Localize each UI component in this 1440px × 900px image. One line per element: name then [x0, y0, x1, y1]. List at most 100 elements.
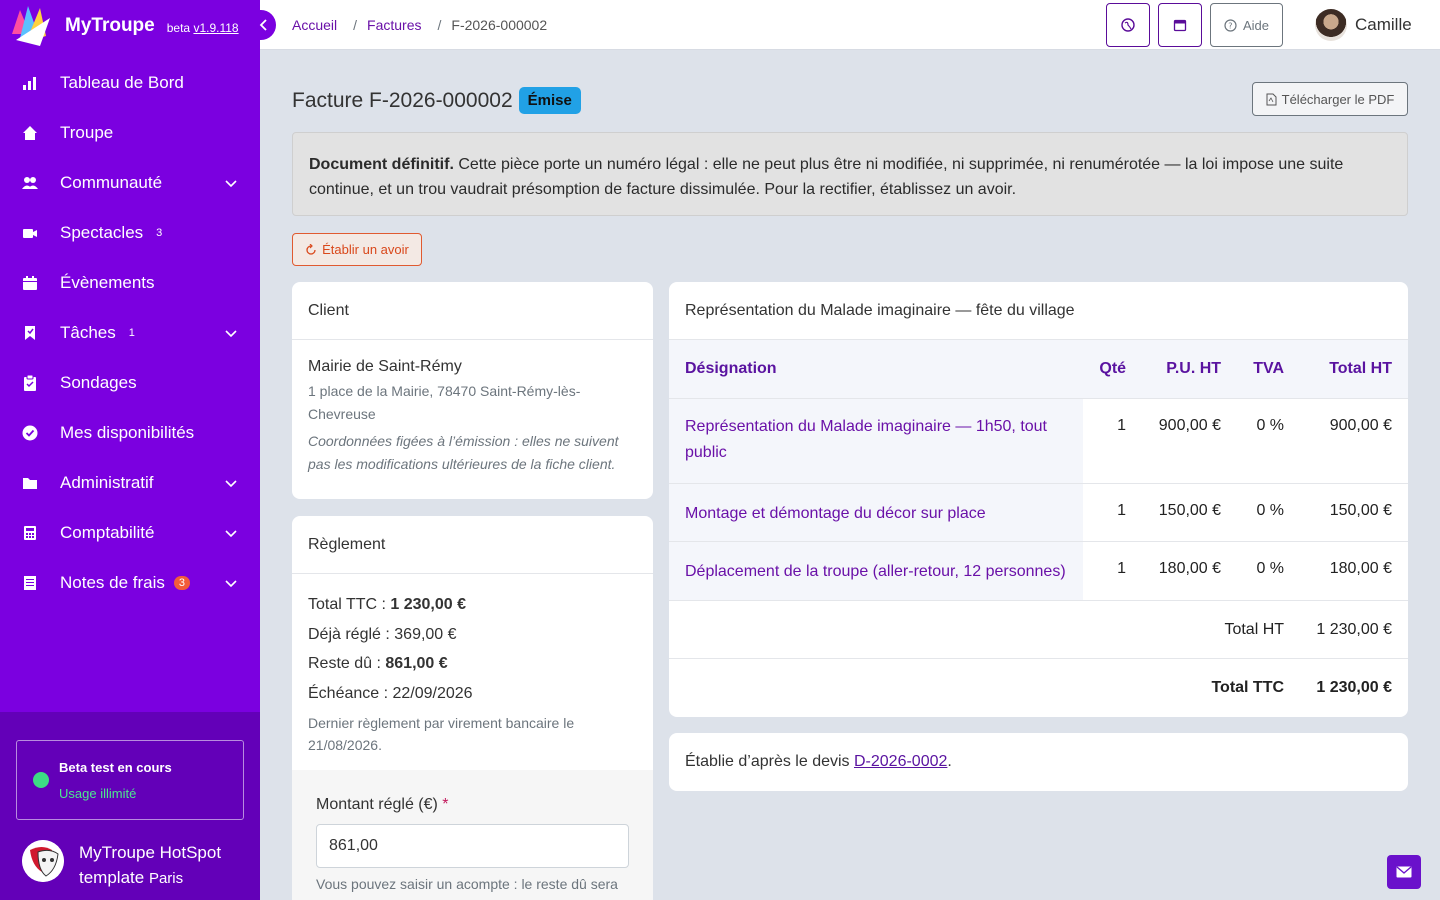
total-ht-label: Total HT — [669, 600, 1301, 659]
total-ht-value: 1 230,00 € — [1300, 600, 1408, 659]
total-ttc-label: Total TTC — [1211, 678, 1285, 696]
sidebar-item-administratif[interactable]: Administratif — [0, 458, 260, 508]
sidebar-item-comptabilite[interactable]: Comptabilité — [0, 508, 260, 558]
breadcrumb-accueil[interactable]: Accueil — [292, 17, 337, 33]
sidebar-item-sondages[interactable]: Sondages — [0, 358, 260, 408]
total-ttc-value: 1 230,00 € — [1316, 678, 1392, 696]
line-total: 150,00 € — [1300, 483, 1408, 542]
download-pdf-button[interactable]: Télécharger le PDF — [1252, 82, 1408, 116]
sidebar-item-label: Communauté — [60, 173, 163, 192]
sidebar-item-spectacles[interactable]: Spectacles 3 — [0, 208, 260, 258]
client-address: 1 place de la Mairie, 78470 Saint-Rémy-l… — [308, 383, 581, 422]
remaining-due-line: Reste dû : 861,00 € — [308, 655, 448, 672]
sidebar-item-label: Administratif — [60, 473, 154, 492]
sidebar-item-troupe[interactable]: Troupe — [0, 108, 260, 158]
chevron-down-icon — [224, 175, 238, 195]
breadcrumb-separator: / — [437, 17, 442, 33]
sidebar: MyTroupe beta v1.9.118 Tableau de Bord T… — [0, 0, 260, 900]
status-dot-icon — [33, 772, 49, 788]
brand[interactable]: MyTroupe beta v1.9.118 — [0, 0, 260, 52]
payment-card-header: Règlement — [292, 516, 653, 574]
contact-button[interactable] — [1387, 855, 1421, 889]
count-badge: 3 — [173, 576, 191, 590]
sidebar-item-taches[interactable]: Tâches 1 — [0, 308, 260, 358]
quote-link[interactable]: D-2026-0002 — [854, 753, 947, 771]
sidebar-nav: Tableau de Bord Troupe Communauté Specta… — [0, 58, 260, 608]
line-total: 180,00 € — [1300, 541, 1408, 601]
user-menu[interactable]: Camille — [1315, 9, 1412, 41]
sidebar-item-mes-disponibilites[interactable]: Mes disponibilités — [0, 408, 260, 458]
sidebar-item-label: Mes disponibilités — [60, 423, 195, 442]
line-designation: Représentation du Malade imaginaire — 1h… — [669, 398, 1084, 484]
required-mark: * — [442, 796, 449, 813]
troupe-switcher[interactable]: MyTroupe HotSpot template Paris — [22, 840, 239, 891]
file-pdf-icon — [1266, 93, 1277, 105]
create-credit-note-button[interactable]: Établir un avoir — [292, 233, 422, 266]
sidebar-item-label: Spectacles — [60, 223, 144, 242]
sidebar-item-tableau-de-bord[interactable]: Tableau de Bord — [0, 58, 260, 108]
column-header: TVA — [1237, 340, 1301, 399]
sidebar-item-evenements[interactable]: Évènements — [0, 258, 260, 308]
definitive-document-alert: Document définitif. Cette pièce porte un… — [292, 132, 1408, 216]
sidebar-item-label: Troupe — [60, 123, 114, 142]
beta-status-box: Beta test en cours Usage illimité — [16, 740, 244, 820]
remaining-due-value: 861,00 € — [385, 655, 448, 672]
sidebar-footer: Beta test en cours Usage illimité MyTrou… — [0, 712, 260, 900]
sidebar-item-label: Comptabilité — [60, 523, 155, 542]
troupe-city: Paris — [148, 870, 184, 887]
breadcrumb-factures[interactable]: Factures — [367, 17, 421, 33]
sidebar-item-communaute[interactable]: Communauté — [0, 158, 260, 208]
client-card-body: Mairie de Saint-Rémy 1 place de la Mairi… — [292, 340, 653, 494]
bar-chart-icon — [22, 75, 38, 91]
home-icon — [22, 125, 38, 141]
chevron-down-icon — [224, 575, 238, 595]
line-unit-price: 150,00 € — [1142, 483, 1238, 542]
payment-form: Montant réglé (€) * 861,00 Vous pouvez s… — [292, 770, 653, 900]
brand-version: beta v1.9.118 — [166, 21, 239, 35]
invoice-lines-header: Représentation du Malade imaginaire — fê… — [669, 282, 1408, 340]
sidebar-item-label: Sondages — [60, 373, 137, 392]
troupe-logo — [22, 840, 64, 882]
line-vat: 0 % — [1237, 483, 1301, 542]
globe-button[interactable] — [1106, 3, 1150, 47]
folder-icon — [22, 475, 38, 491]
version-link[interactable]: v1.9.118 — [193, 21, 238, 35]
calculator-icon — [22, 525, 38, 541]
column-header: Qté — [1083, 340, 1143, 399]
download-pdf-label: Télécharger le PDF — [1281, 91, 1395, 107]
users-icon — [22, 175, 38, 191]
client-card: Client Mairie de Saint-Rémy 1 place de l… — [292, 282, 653, 499]
line-qty: 1 — [1083, 541, 1143, 601]
check-circle-icon — [22, 425, 38, 441]
payment-summary: Total TTC : 1 230,00 € Déjà réglé : 369,… — [292, 574, 653, 756]
chevron-left-icon — [259, 19, 267, 31]
line-total: 900,00 € — [1300, 398, 1408, 484]
avatar — [1315, 9, 1347, 41]
amount-input[interactable]: 861,00 — [316, 824, 629, 868]
calendar-icon — [22, 275, 38, 291]
total-ht-row: Total HT 1 230,00 € — [669, 600, 1408, 659]
svg-text:?: ? — [1228, 21, 1232, 30]
payment-card: Règlement Total TTC : 1 230,00 € Déjà ré… — [292, 516, 653, 900]
troupe-name: MyTroupe HotSpot template Paris — [79, 843, 222, 887]
help-circle-icon: ? — [1224, 18, 1237, 32]
table-row: Montage et démontage du décor sur place … — [669, 483, 1408, 542]
receipt-icon — [22, 575, 38, 591]
line-unit-price: 900,00 € — [1142, 398, 1238, 484]
bookmark-icon — [22, 325, 38, 341]
breadcrumb: Accueil / Factures / F-2026-000002 — [292, 17, 547, 33]
total-ttc-value: 1 230,00 € — [390, 596, 467, 613]
chevron-down-icon — [224, 325, 238, 345]
client-note: Coordonnées figées à l’émission : elles … — [308, 433, 619, 472]
help-button[interactable]: ? Aide — [1210, 3, 1283, 47]
line-designation: Déplacement de la troupe (aller-retour, … — [669, 541, 1084, 601]
line-designation: Montage et démontage du décor sur place — [669, 483, 1084, 542]
refresh-icon — [306, 243, 316, 255]
page-title: Facture F-2026-000002 — [292, 88, 513, 112]
sidebar-item-notes-de-frais[interactable]: Notes de frais 3 — [0, 558, 260, 608]
calendar-button[interactable] — [1158, 3, 1202, 47]
alert-text: Cette pièce porte un numéro légal : elle… — [309, 156, 1344, 198]
create-credit-note-label: Établir un avoir — [322, 242, 409, 257]
line-qty: 1 — [1083, 483, 1143, 542]
total-ttc-line: Total TTC : 1 230,00 € — [308, 596, 467, 613]
